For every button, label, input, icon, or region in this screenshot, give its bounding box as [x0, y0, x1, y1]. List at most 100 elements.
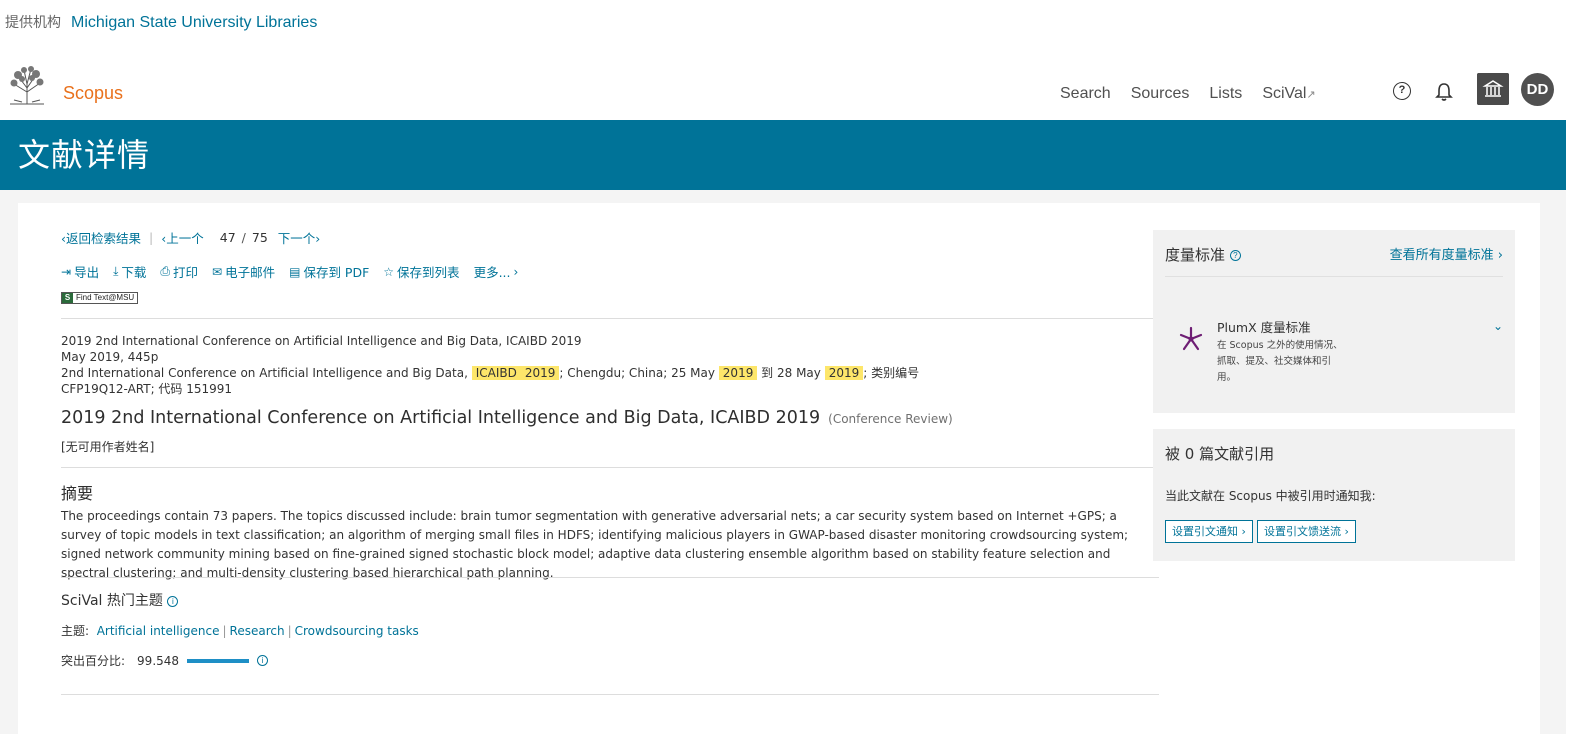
percentile-value: 99.548 [137, 653, 180, 668]
set-citation-feed-button[interactable]: 设置引文馈送流 › [1257, 520, 1356, 543]
divider [61, 318, 1159, 319]
export-label: 导出 [74, 265, 100, 280]
print-label: 打印 [173, 265, 199, 280]
topic-link-3[interactable]: Crowdsourcing tasks [295, 624, 419, 638]
divider [61, 467, 1159, 468]
highlight-term: 2019 [718, 366, 758, 380]
nav-sources[interactable]: Sources [1131, 85, 1190, 103]
view-all-metrics-label: 查看所有度量标准 [1389, 248, 1494, 263]
previous-link[interactable]: ‹上一个 [161, 228, 204, 247]
info-icon[interactable]: i [257, 655, 269, 666]
chevron-right-icon: › [315, 231, 321, 246]
user-avatar[interactable]: DD [1521, 73, 1554, 106]
topic-link-2[interactable]: Research [230, 624, 285, 638]
divider [61, 577, 1159, 578]
plumx-title: PlumX 度量标准 [1217, 320, 1311, 335]
help-icon[interactable]: ? [1393, 82, 1411, 100]
nav-scival-label: SciVal [1262, 85, 1307, 102]
conference-end: 到 28 May [761, 366, 821, 380]
download-button[interactable]: ⤓ 下载 [113, 262, 146, 281]
institution-bar: 提供机构 Michigan State University Libraries [5, 12, 317, 32]
download-icon: ⤓ [113, 264, 119, 278]
back-to-results-link[interactable]: ‹返回检索结果 [61, 228, 141, 247]
result-navigation: ‹返回检索结果 | ‹上一个 47 / 75 下一个› [61, 228, 320, 247]
chevron-right-icon: › [513, 264, 519, 279]
source-line-1: 2019 2nd International Conference on Art… [61, 334, 582, 348]
result-counter: 47 / 75 [220, 230, 268, 245]
nav-scival[interactable]: SciVal↗ [1262, 85, 1315, 103]
institution-link[interactable]: Michigan State University Libraries [71, 14, 317, 32]
abstract-text: The proceedings contain 73 papers. The t… [61, 509, 1129, 580]
page-title: 文献详情 [18, 136, 151, 174]
cited-by-heading: 被 0 篇文献引用 [1165, 445, 1275, 463]
highlight-term: 2019 [824, 366, 864, 380]
source-info: 2019 2nd International Conference on Art… [61, 333, 961, 397]
percentile-label: 突出百分比: [61, 654, 126, 668]
main-nav: Search Sources Lists SciVal↗ [1060, 85, 1316, 103]
nav-lists[interactable]: Lists [1209, 85, 1242, 103]
abstract-heading: 摘要 [61, 484, 94, 503]
document-type: (Conference Review) [828, 412, 953, 426]
citation-feed-label: 设置引文馈送流 [1264, 525, 1341, 538]
nav-divider: | [149, 230, 154, 245]
topic-divider: | [222, 624, 227, 638]
external-link-icon: ↗ [1306, 89, 1316, 101]
bell-icon[interactable] [1435, 82, 1453, 102]
next-link[interactable]: 下一个› [278, 228, 321, 247]
set-citation-alert-button[interactable]: 设置引文通知 › [1165, 520, 1253, 543]
scopus-brand[interactable]: Scopus [63, 83, 123, 104]
institution-icon[interactable] [1477, 73, 1509, 105]
save-to-list-button[interactable]: ☆ 保存到列表 [383, 262, 459, 281]
total-count: 75 [251, 230, 268, 245]
elsevier-logo-icon[interactable] [4, 66, 50, 106]
pdf-icon: ▤ [289, 264, 301, 279]
document-card: ‹返回检索结果 | ‹上一个 47/75 下一个› ⇥ 导出 ⤓ 下载 ⎙ 打印 ✉ 电… [18, 203, 1540, 734]
current-index: 47 [219, 230, 236, 245]
back-to-results-label: 返回检索结果 [66, 231, 142, 246]
topic-link-1[interactable]: Artificial intelligence [97, 624, 220, 638]
citation-alert-label: 设置引文通知 [1172, 525, 1238, 538]
print-button[interactable]: ⎙ 打印 [160, 262, 198, 281]
more-button[interactable]: 更多... › [474, 262, 519, 281]
metrics-heading-label: 度量标准 [1165, 246, 1226, 264]
document-toolbar: ⇥ 导出 ⤓ 下载 ⎙ 打印 ✉ 电子邮件 ▤ 保存到 PDF ☆ 保存到列表 更多... › [61, 262, 518, 281]
previous-label: 上一个 [166, 231, 204, 246]
printer-icon: ⎙ [160, 264, 171, 278]
divider [61, 694, 1159, 695]
view-all-metrics-link[interactable]: 查看所有度量标准 › [1390, 244, 1503, 263]
star-icon: ☆ [383, 264, 395, 279]
source-line-3: 2nd International Conference on Artifici… [61, 365, 961, 397]
envelope-icon: ✉ [212, 264, 223, 279]
page-banner: 文献详情 [0, 120, 1566, 190]
save-pdf-button[interactable]: ▤ 保存到 PDF [289, 262, 369, 281]
email-button[interactable]: ✉ 电子邮件 [212, 262, 275, 281]
highlight-term: ICAIBD [471, 366, 521, 380]
highlight-term: 2019 [520, 366, 560, 380]
institution-label: 提供机构 [5, 15, 61, 31]
export-icon: ⇥ [61, 264, 72, 279]
plumx-description: 在 Scopus 之外的使用情况、抓取、提及、社交媒体和引用。 [1217, 340, 1343, 383]
top-header: Scopus Search Sources Lists SciVal↗ ? DD [0, 60, 1577, 120]
source-line-2: May 2019, 445p [61, 350, 159, 364]
chevron-down-icon[interactable]: ⌄ [1493, 319, 1503, 333]
topic-divider: | [287, 624, 292, 638]
plumx-icon [1179, 326, 1203, 351]
conference-location: ; Chengdu; China; 25 May [559, 366, 715, 380]
nav-search[interactable]: Search [1060, 85, 1111, 103]
conference-name: 2nd International Conference on Artifici… [61, 366, 468, 380]
document-title-row: 2019 2nd International Conference on Art… [61, 408, 953, 428]
metrics-panel: 度量标准 ? 查看所有度量标准 › PlumX 度量标准 在 Scopus 之外… [1153, 230, 1515, 413]
document-title: 2019 2nd International Conference on Art… [61, 408, 821, 428]
topic-row: 主题: Artificial intelligence | Research | Cro… [61, 622, 419, 639]
download-label: 下载 [121, 265, 147, 280]
percentile-bar-fill [187, 658, 249, 663]
info-icon[interactable]: i [167, 595, 179, 607]
scival-heading-label: SciVal 热门主题 [61, 593, 163, 609]
divider [1165, 276, 1503, 277]
export-button[interactable]: ⇥ 导出 [61, 262, 99, 281]
citation-notify-text: 当此文献在 Scopus 中被引用时通知我: [1165, 489, 1376, 503]
metrics-heading: 度量标准 ? [1165, 244, 1241, 265]
find-text-button[interactable]: Find Text@MSU [61, 292, 139, 304]
help-icon[interactable]: ? [1229, 250, 1241, 261]
percentile-row: 突出百分比: 99.548 i [61, 652, 269, 669]
